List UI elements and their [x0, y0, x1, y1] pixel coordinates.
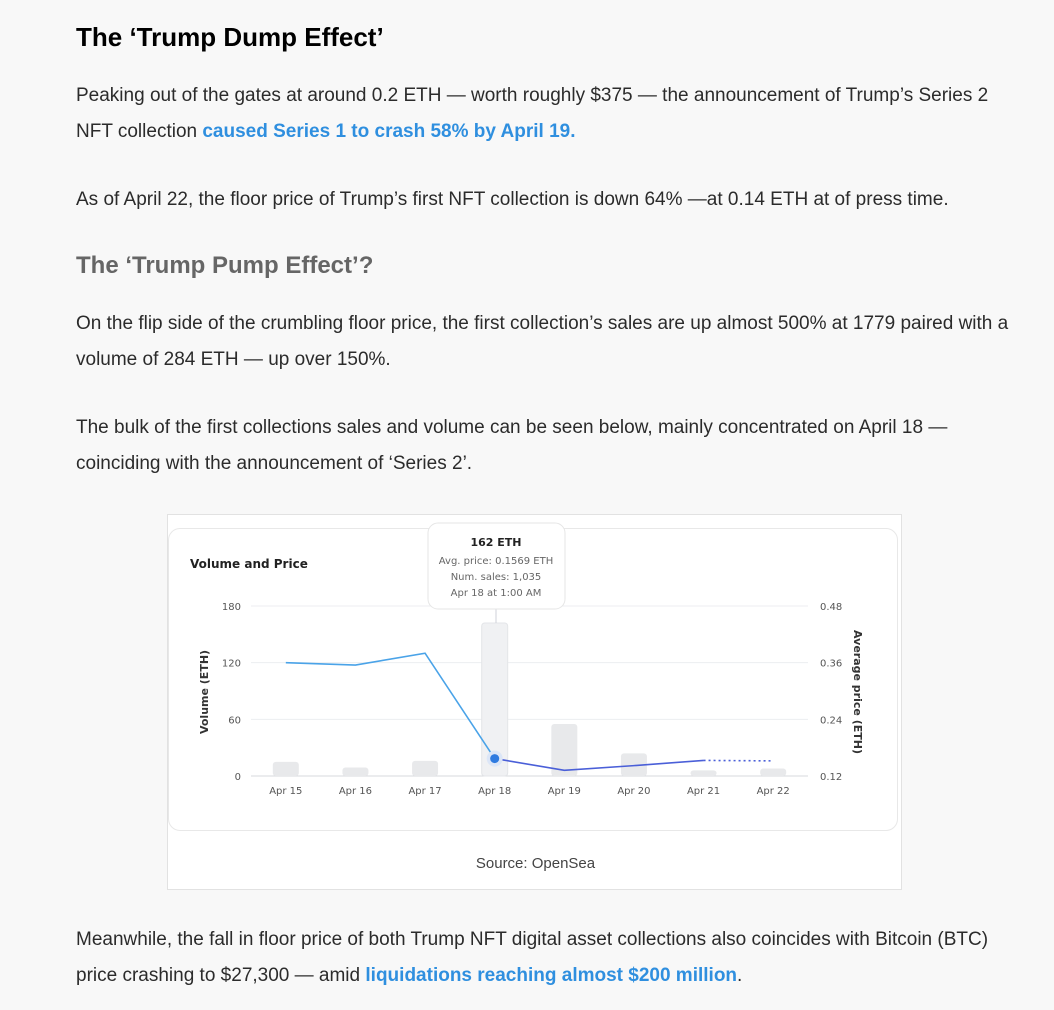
chart-figure: Volume and Price Volume (ETH) Average pr… — [167, 514, 902, 890]
tooltip-date: Apr 18 at 1:00 AM — [451, 588, 542, 599]
y-tick-label: 180 — [222, 602, 241, 613]
chart-title: Volume and Price — [190, 557, 308, 571]
x-tick-label: Apr 15 — [269, 786, 302, 797]
volume-price-chart: Volume and Price Volume (ETH) Average pr… — [190, 522, 864, 797]
y2-tick-label: 0.36 — [820, 659, 842, 670]
price-line — [285, 652, 496, 760]
y2-tick-label: 0.48 — [820, 602, 842, 613]
tooltip-num-sales: Num. sales: 1,035 — [451, 572, 542, 583]
crash-link[interactable]: caused Series 1 to crash 58% by April 19… — [202, 121, 575, 142]
y-tick-label: 0 — [235, 772, 241, 783]
paragraph-floor-price: As of April 22, the floor price of Trump… — [76, 189, 949, 210]
paragraph-bitcoin: Meanwhile, the fall in floor price of bo… — [76, 922, 1016, 994]
chart-tooltip: 162 ETH Avg. price: 0.1569 ETH Num. sale… — [427, 522, 566, 623]
x-tick-label: Apr 21 — [687, 786, 720, 797]
volume-bar — [342, 767, 369, 776]
volume-bar — [690, 770, 717, 776]
paragraph-bulk: The bulk of the first collections sales … — [76, 417, 948, 474]
paragraph-end: . — [737, 965, 743, 986]
x-tick-label: Apr 22 — [757, 786, 790, 797]
volume-bar — [272, 761, 299, 776]
y-axis-label: Volume (ETH) — [198, 650, 211, 734]
y2-tick-label: 0.24 — [820, 715, 842, 726]
x-tick-label: Apr 19 — [548, 786, 581, 797]
section-heading-dump: The ‘Trump Dump Effect’ — [76, 22, 384, 52]
y2-axis-label: Average price (ETH) — [851, 630, 864, 754]
x-tick-label: Apr 17 — [408, 786, 441, 797]
tooltip-avg-price: Avg. price: 0.1569 ETH — [439, 556, 553, 567]
volume-bar — [412, 760, 439, 776]
chart-caption: Source: OpenSea — [475, 855, 596, 872]
y2-tick-label: 0.12 — [820, 772, 842, 783]
paragraph-peak: Peaking out of the gates at around 0.2 E… — [76, 78, 1016, 150]
x-tick-label: Apr 20 — [617, 786, 650, 797]
price-line-recent — [494, 757, 704, 772]
y-tick-label: 120 — [222, 659, 241, 670]
tooltip-title: 162 ETH — [470, 536, 521, 549]
y-tick-label: 60 — [228, 715, 241, 726]
volume-bar — [760, 768, 787, 776]
x-tick-label: Apr 16 — [339, 786, 372, 797]
x-tick-label: Apr 18 — [478, 786, 511, 797]
liquidations-link[interactable]: liquidations reaching almost $200 millio… — [365, 965, 737, 986]
paragraph-sales: On the flip side of the crumbling floor … — [76, 313, 1009, 370]
highlight-point — [490, 754, 500, 764]
section-heading-pump: The ‘Trump Pump Effect’? — [76, 252, 374, 279]
